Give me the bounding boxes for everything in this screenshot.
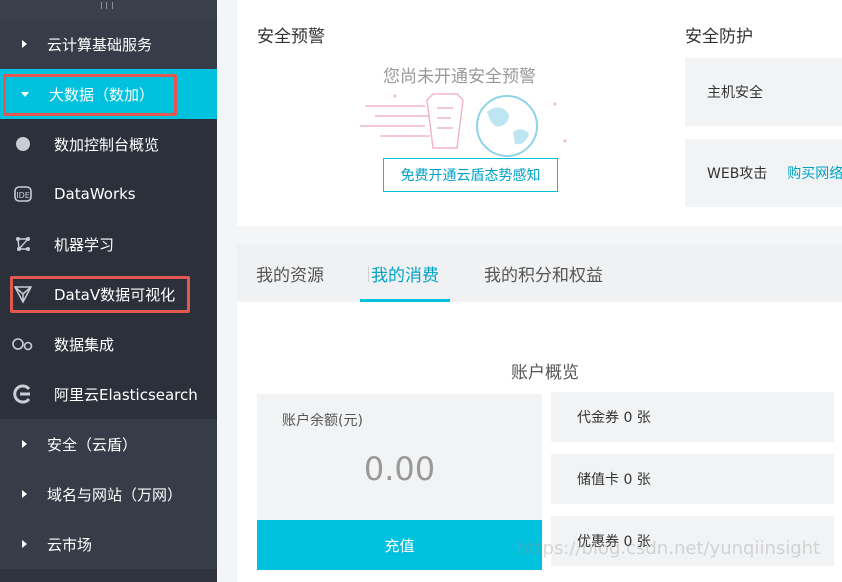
sidebar-item-dataworks[interactable]: IDE DataWorks	[0, 169, 217, 219]
tab-divider	[368, 266, 369, 282]
dataworks-icon: IDE	[12, 183, 34, 205]
console-page: 云计算基础服务 大数据（数加） 数加控制台概览 IDE DataWorks 机器…	[0, 0, 842, 582]
sidebar-item-datav[interactable]: DataV数据可视化	[0, 269, 217, 319]
sidebar-item-elasticsearch[interactable]: 阿里云Elasticsearch	[0, 369, 217, 419]
grip-icon	[101, 2, 113, 9]
elasticsearch-icon	[12, 383, 34, 405]
security-alert-message: 您尚未开通安全预警	[383, 67, 536, 87]
coupon-stored-value-card[interactable]: 储值卡 0 张	[551, 454, 834, 504]
chevron-right-icon	[22, 440, 27, 448]
data-integration-icon	[12, 333, 34, 355]
sidebar-item-label: 域名与网站（万网）	[47, 485, 183, 504]
tab-bar: 我的资源 我的消费 我的积分和权益	[237, 244, 842, 302]
sidebar-item-security[interactable]: 安全（云盾）	[0, 419, 217, 469]
machine-learning-icon	[12, 233, 34, 255]
sidebar-item-label: 大数据（数加）	[49, 85, 155, 104]
tab-my-resources[interactable]: 我的资源	[256, 244, 324, 302]
buy-network-link[interactable]: 购买网络	[787, 163, 842, 183]
sidebar-collapse-handle[interactable]	[0, 0, 217, 19]
tab-my-spending[interactable]: 我的消费	[371, 244, 439, 302]
sidebar-item-label: DataV数据可视化	[54, 285, 176, 304]
sidebar-item-label: 数据集成	[54, 335, 115, 354]
protection-row-label: WEB攻击	[707, 166, 768, 182]
chevron-down-icon	[21, 91, 29, 97]
sidebar-item-label: 数加控制台概览	[54, 135, 160, 154]
security-card: 安全预警 您尚未开通安全预警 免费开通云盾态势感知 安全防护 主机安全 WEB攻…	[237, 0, 842, 226]
tab-my-points[interactable]: 我的积分和权益	[484, 244, 603, 302]
balance-label: 账户余额(元)	[282, 413, 363, 429]
sidebar: 云计算基础服务 大数据（数加） 数加控制台概览 IDE DataWorks 机器…	[0, 0, 217, 582]
sidebar-item-cloud-basic[interactable]: 云计算基础服务	[0, 19, 217, 69]
chevron-right-icon	[22, 490, 27, 498]
coupon-label: 代金券 0 张	[577, 410, 651, 426]
balance-amount: 0.00	[363, 450, 436, 488]
protection-row-host: 主机安全	[685, 58, 842, 126]
chevron-right-icon	[22, 40, 27, 48]
coupon-vouchers[interactable]: 代金券 0 张	[551, 392, 834, 442]
sidebar-item-label: 安全（云盾）	[47, 435, 138, 454]
protection-row-label: 主机安全	[707, 85, 763, 101]
main-content: 安全预警 您尚未开通安全预警 免费开通云盾态势感知 安全防护 主机安全 WEB攻…	[217, 0, 842, 582]
account-overview-title: 账户概览	[511, 363, 579, 383]
datav-icon	[12, 283, 34, 305]
recharge-button[interactable]: 充值	[257, 520, 542, 570]
coupon-discount[interactable]: 优惠券 0 张	[551, 516, 834, 566]
sidebar-item-label: 云计算基础服务	[47, 35, 153, 54]
security-protection-title: 安全防护	[685, 27, 753, 47]
sidebar-item-data-integration[interactable]: 数据集成	[0, 319, 217, 369]
security-alert-title: 安全预警	[257, 27, 325, 47]
sidebar-item-marketplace[interactable]: 云市场	[0, 519, 217, 569]
protection-row-web: WEB攻击 购买网络	[685, 139, 842, 207]
chevron-right-icon	[22, 540, 27, 548]
sidebar-item-console-overview[interactable]: 数加控制台概览	[0, 119, 217, 169]
balance-box: 账户余额(元) 0.00	[257, 394, 542, 520]
coupon-label: 优惠券 0 张	[577, 534, 651, 550]
sidebar-item-machine-learning[interactable]: 机器学习	[0, 219, 217, 269]
security-illustration	[360, 93, 567, 157]
svg-text:IDE: IDE	[16, 191, 30, 200]
account-panel: 账户概览 账户余额(元) 0.00 充值 代金券 0 张 储值卡 0 张 优惠券…	[237, 302, 842, 582]
coupon-label: 储值卡 0 张	[577, 472, 651, 488]
sidebar-item-domain[interactable]: 域名与网站（万网）	[0, 469, 217, 519]
circle-icon	[12, 133, 34, 155]
sidebar-item-bigdata[interactable]: 大数据（数加）	[0, 69, 217, 119]
sidebar-item-label: 机器学习	[54, 235, 115, 254]
enable-security-button[interactable]: 免费开通云盾态势感知	[383, 158, 558, 192]
sidebar-item-label: DataWorks	[54, 185, 136, 203]
sidebar-item-label: 阿里云Elasticsearch	[54, 385, 198, 404]
sidebar-item-label: 云市场	[47, 535, 93, 554]
